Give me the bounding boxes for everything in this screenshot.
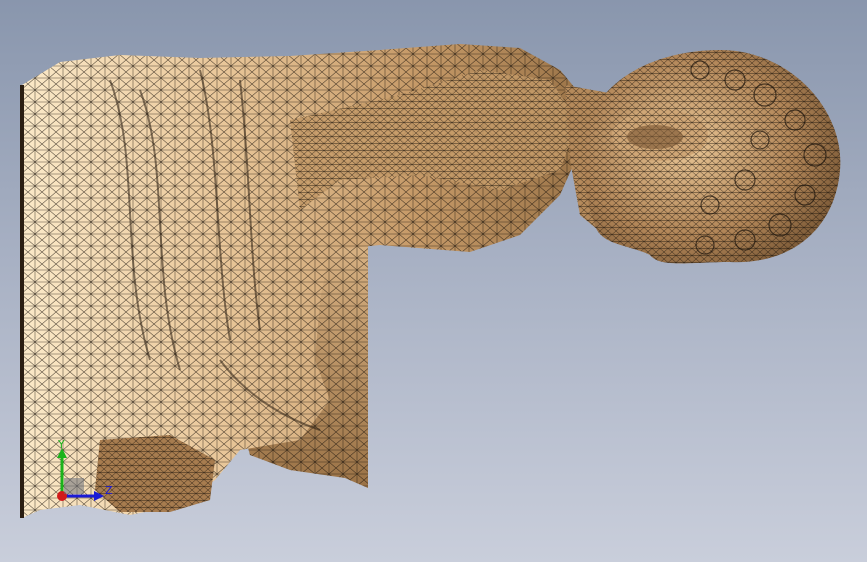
coordinate-triad-icon: Y Z: [57, 438, 113, 501]
triad-z-label: Z: [105, 484, 113, 497]
section-cut-face: [20, 85, 24, 518]
statue-mesh-model[interactable]: [0, 0, 867, 562]
graphics-viewport[interactable]: Y Z: [0, 0, 867, 562]
triad-y-label: Y: [57, 438, 65, 451]
statue-head: [584, 50, 841, 264]
